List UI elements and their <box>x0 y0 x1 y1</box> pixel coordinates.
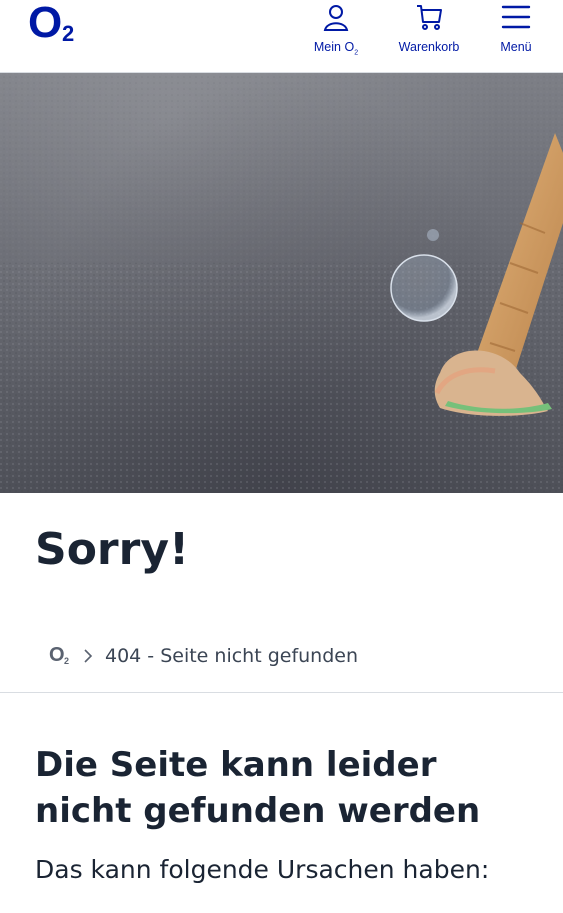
divider <box>0 692 563 693</box>
logo-letter: O <box>28 0 63 47</box>
nav-mein-o2[interactable]: Mein O2 <box>309 0 363 73</box>
breadcrumb-home-letter: O <box>49 644 65 666</box>
nav-warenkorb-label: Warenkorb <box>398 40 460 54</box>
nav-menu[interactable]: Menü <box>495 0 537 73</box>
hero-image <box>0 73 563 493</box>
site-header: O 2 Mein O2 Warenkorb Menü <box>0 0 563 73</box>
breadcrumb-home-logo[interactable]: O 2 <box>49 642 73 670</box>
dropped-ice-cream-illustration <box>0 73 563 493</box>
breadcrumb-home-subscript: 2 <box>64 656 70 666</box>
logo-subscript: 2 <box>62 21 75 46</box>
chevron-right-icon <box>84 649 93 663</box>
breadcrumb-current: 404 - Seite nicht gefunden <box>105 645 359 667</box>
o2-logo[interactable]: O 2 <box>28 0 88 50</box>
breadcrumb: O 2 404 - Seite nicht gefunden <box>49 640 358 672</box>
user-icon <box>323 5 349 31</box>
sorry-title: Sorry! <box>35 524 190 575</box>
cart-icon <box>417 5 442 30</box>
nav-mein-o2-label: Mein O2 <box>313 40 359 57</box>
error-heading: Die Seite kann leider nicht gefunden wer… <box>35 745 481 831</box>
nav-menu-label: Menü <box>500 40 532 54</box>
causes-intro: Das kann folgende Ursachen haben: <box>35 855 490 884</box>
nav-warenkorb[interactable]: Warenkorb <box>393 0 465 73</box>
hamburger-menu-icon <box>501 5 531 29</box>
